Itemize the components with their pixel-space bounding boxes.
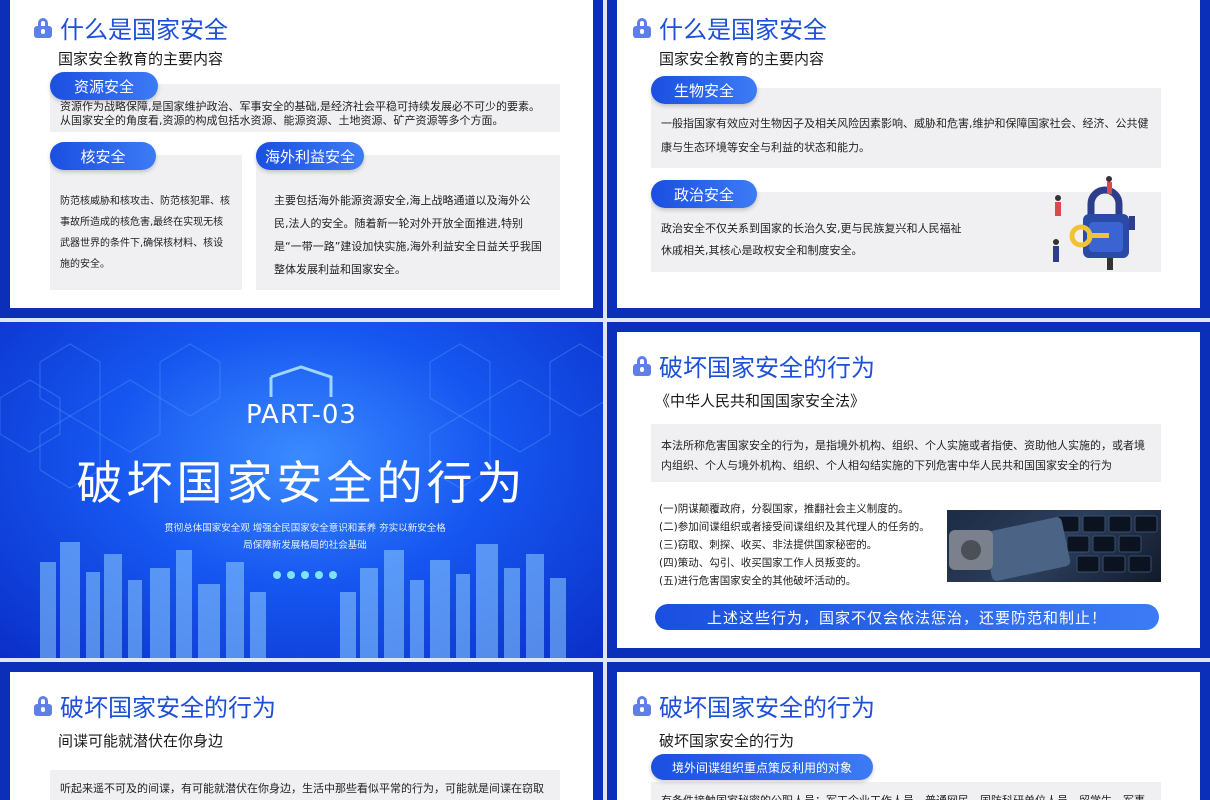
nuclear-security-pill: 核安全 bbox=[50, 142, 156, 170]
title-text: 什么是国家安全 bbox=[659, 16, 827, 44]
keyboard-card-photo bbox=[947, 510, 1161, 582]
slide-title: 破坏国家安全的行为 bbox=[633, 688, 875, 723]
dot bbox=[273, 571, 281, 579]
law-name: 《中华人民共和国国家安全法》 bbox=[655, 392, 866, 410]
list-item: (二)参加间谍组织或者接受间谍组织及其代理人的任务的。 bbox=[659, 521, 930, 533]
slide-title: 破坏国家安全的行为 bbox=[633, 348, 875, 383]
padlock-people-illustration bbox=[1053, 176, 1135, 270]
slide-national-security-law: 破坏国家安全的行为 《中华人民共和国国家安全法》 本法所称危害国家安全的行为，是… bbox=[607, 322, 1210, 658]
spy-targets-text: 有条件接触国家秘密的公职人员：军工企业工作人员、普通网民、国防科研单位人员、留学… bbox=[651, 782, 1161, 800]
list-item: (五)进行危害国家安全的其他破坏活动的。 bbox=[659, 575, 857, 587]
political-security-pill: 政治安全 bbox=[651, 180, 757, 208]
resource-security-pill: 资源安全 bbox=[50, 72, 158, 100]
lock-icon bbox=[633, 695, 651, 716]
slide-subtitle: 国家安全教育的主要内容 bbox=[58, 50, 224, 68]
title-text: 破坏国家安全的行为 bbox=[659, 354, 875, 382]
overseas-security-text: 主要包括海外能源资源安全,海上战略通道以及海外公民,法人的安全。随着新一轮对外开… bbox=[256, 155, 560, 290]
slide-content: 破坏国家安全的行为 破坏国家安全的行为 有条件接触国家秘密的公职人员：军工企业工… bbox=[617, 672, 1200, 800]
title-text: 什么是国家安全 bbox=[60, 16, 228, 44]
slide-subtitle: 间谍可能就潜伏在你身边 bbox=[58, 732, 224, 750]
lock-icon bbox=[633, 17, 651, 38]
spy-warning-text: 听起来遥不可及的间谍，有可能就潜伏在你身边，生活中那些看似平常的行为，可能就是间… bbox=[50, 770, 560, 800]
lock-icon bbox=[633, 355, 651, 376]
warning-banner: 上述这些行为，国家不仅会依法惩治，还要防范和制止！ bbox=[655, 604, 1159, 630]
dot bbox=[329, 571, 337, 579]
page-dots bbox=[273, 571, 337, 579]
slide-title: 破坏国家安全的行为 bbox=[34, 688, 276, 723]
slide-content: 什么是国家安全 国家安全教育的主要内容 资源作为战略保障,是国家维护政治、军事安… bbox=[10, 0, 593, 308]
title-text: 破坏国家安全的行为 bbox=[60, 694, 276, 722]
list-item: (一)阴谋颠覆政府，分裂国家，推翻社会主义制度的。 bbox=[659, 503, 909, 515]
nuclear-security-text: 防范核威胁和核攻击、防范核犯罪、核事故所造成的核危害,最终在实现无核武器世界的条… bbox=[50, 155, 242, 290]
slide-subtitle: 破坏国家安全的行为 bbox=[659, 732, 795, 750]
cover-subtitle: 贯彻总体国家安全观 增强全民国家安全意识和素养 夯实以新安全格局保障新发展格局的… bbox=[164, 523, 446, 551]
slide-title: 什么是国家安全 bbox=[34, 10, 228, 45]
prohibited-acts-list: (一)阴谋颠覆政府，分裂国家，推翻社会主义制度的。 (二)参加间谍组织或者接受间… bbox=[659, 500, 944, 590]
title-text: 破坏国家安全的行为 bbox=[659, 694, 875, 722]
bio-security-pill: 生物安全 bbox=[651, 76, 757, 104]
lock-icon bbox=[34, 17, 52, 38]
overseas-security-pill: 海外利益安全 bbox=[256, 142, 364, 170]
keyboard-image bbox=[949, 515, 1158, 581]
slide-content: 破坏国家安全的行为 间谍可能就潜伏在你身边 听起来遥不可及的间谍，有可能就潜伏在… bbox=[10, 672, 593, 800]
slide-content: 什么是国家安全 国家安全教育的主要内容 一般指国家有效应对生物因子及相关风险因素… bbox=[617, 0, 1200, 308]
cover-title: 破坏国家安全的行为 bbox=[76, 456, 527, 510]
slide-what-is-security-1: 什么是国家安全 国家安全教育的主要内容 资源作为战略保障,是国家维护政治、军事安… bbox=[0, 0, 603, 318]
slide-what-is-security-2: 什么是国家安全 国家安全教育的主要内容 一般指国家有效应对生物因子及相关风险因素… bbox=[607, 0, 1210, 318]
slide-part-03-cover: PART-03 破坏国家安全的行为 贯彻总体国家安全观 增强全民国家安全意识和素… bbox=[0, 322, 603, 658]
slide-content: 破坏国家安全的行为 《中华人民共和国国家安全法》 本法所称危害国家安全的行为，是… bbox=[617, 332, 1200, 648]
slide-title: 什么是国家安全 bbox=[633, 10, 827, 45]
spy-targets-pill: 境外间谍组织重点策反利用的对象 bbox=[651, 754, 873, 780]
dot bbox=[315, 571, 323, 579]
slide-subtitle: 国家安全教育的主要内容 bbox=[659, 50, 825, 68]
slide-spy-nearby: 破坏国家安全的行为 间谍可能就潜伏在你身边 听起来遥不可及的间谍，有可能就潜伏在… bbox=[0, 662, 603, 800]
list-item: (四)策动、勾引、收买国家工作人员叛变的。 bbox=[659, 557, 867, 569]
part-number: PART-03 bbox=[246, 400, 357, 430]
list-item: (三)窃取、刺探、收买、非法提供国家秘密的。 bbox=[659, 539, 878, 551]
dot bbox=[287, 571, 295, 579]
lock-icon bbox=[34, 695, 52, 716]
dot bbox=[301, 571, 309, 579]
slide-spy-targets: 破坏国家安全的行为 破坏国家安全的行为 有条件接触国家秘密的公职人员：军工企业工… bbox=[607, 662, 1210, 800]
law-definition-text: 本法所称危害国家安全的行为，是指境外机构、组织、个人实施或者指使、资助他人实施的… bbox=[651, 424, 1161, 482]
